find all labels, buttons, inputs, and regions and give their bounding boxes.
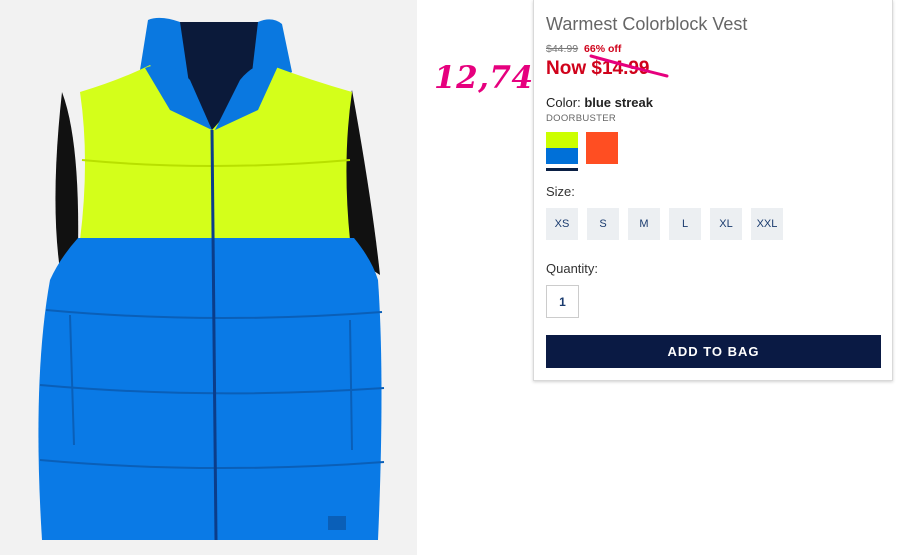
size-xs-button[interactable]: XS [546, 208, 578, 240]
selected-swatch-indicator [546, 168, 578, 171]
size-l-button[interactable]: L [669, 208, 701, 240]
vest-illustration [38, 17, 385, 541]
price-strikethrough-mark [589, 54, 669, 78]
size-label: Size: [546, 184, 575, 199]
quantity-label: Quantity: [546, 261, 599, 276]
product-title: Warmest Colorblock Vest [546, 14, 748, 34]
quantity-input[interactable]: 1 [546, 285, 579, 318]
promo-tag: DOORBUSTER [546, 113, 617, 124]
handwritten-price-annotation: 12,74 [434, 60, 534, 96]
size-xxl-button[interactable]: XXL [751, 208, 783, 240]
product-details-card: Warmest Colorblock Vest $44.99 66% off N… [533, 0, 893, 381]
add-to-bag-button[interactable]: ADD TO BAG [546, 335, 881, 368]
original-price: $44.99 [546, 43, 579, 55]
swatch-blue-streak[interactable] [546, 132, 578, 164]
size-xl-button[interactable]: XL [710, 208, 742, 240]
size-options: XS S M L XL XXL [546, 208, 783, 240]
size-m-button[interactable]: M [628, 208, 660, 240]
swatch-orange[interactable] [586, 132, 618, 164]
color-row: Color: blue streak [546, 95, 653, 110]
color-label: Color: [546, 95, 581, 110]
size-s-button[interactable]: S [587, 208, 619, 240]
product-image [0, 0, 417, 555]
color-name: blue streak [584, 95, 653, 110]
